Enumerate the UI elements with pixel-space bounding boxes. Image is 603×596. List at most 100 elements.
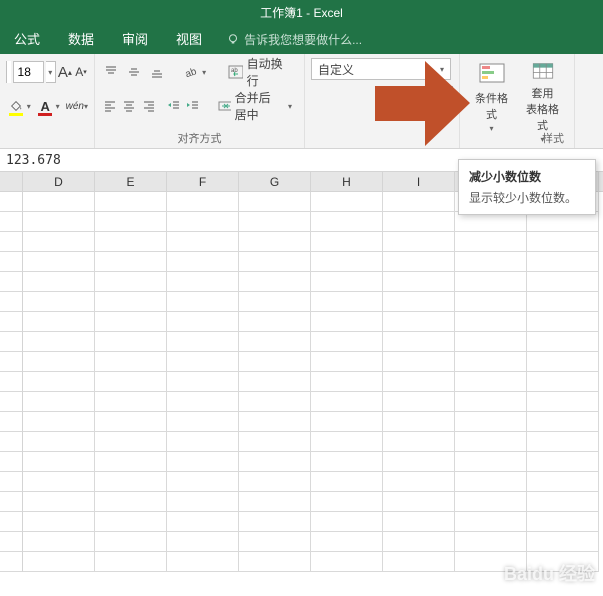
phonetic-button[interactable]: wén [66,96,84,116]
cell[interactable] [455,292,527,312]
font-color-dropdown[interactable]: ▾ [56,102,60,111]
cell[interactable] [239,252,311,272]
cell[interactable] [455,392,527,412]
align-center-button[interactable] [121,95,139,117]
cell[interactable] [167,352,239,372]
cell[interactable] [527,352,599,372]
cell[interactable] [95,352,167,372]
cell[interactable] [383,452,455,472]
cell[interactable] [95,292,167,312]
wrap-text-button[interactable]: ab 自动换行 [222,61,299,83]
cell[interactable] [239,532,311,552]
cell[interactable] [167,372,239,392]
cell[interactable] [311,412,383,432]
cell[interactable] [239,292,311,312]
merge-center-button[interactable]: 合并后居中 ▾ [212,95,298,117]
cell[interactable] [23,492,95,512]
cell[interactable] [455,452,527,472]
cell[interactable] [383,512,455,532]
cell[interactable] [95,212,167,232]
cell[interactable] [383,492,455,512]
cell[interactable] [455,432,527,452]
cell[interactable] [455,232,527,252]
cell[interactable] [239,352,311,372]
cell[interactable] [383,472,455,492]
column-header[interactable]: I [383,172,455,191]
cell[interactable] [167,312,239,332]
orientation-dropdown[interactable]: ▾ [202,68,206,77]
cell[interactable] [383,312,455,332]
cell[interactable] [527,532,599,552]
cell[interactable] [239,412,311,432]
font-size-input[interactable]: 18 [13,61,44,83]
cell[interactable] [455,492,527,512]
cell[interactable] [311,452,383,472]
cell[interactable] [167,472,239,492]
align-middle-button[interactable] [124,61,145,83]
phonetic-dropdown[interactable]: ▾ [84,102,88,111]
cell[interactable] [23,212,95,232]
cell[interactable] [23,232,95,252]
increase-font-button[interactable]: A▴ [58,62,72,82]
cell[interactable] [167,212,239,232]
tab-view[interactable]: 视图 [162,23,216,54]
cell[interactable] [23,472,95,492]
cell[interactable] [95,492,167,512]
cell[interactable] [455,412,527,432]
cell[interactable] [239,192,311,212]
select-all-corner[interactable] [0,172,23,191]
cell[interactable] [23,512,95,532]
cell[interactable] [95,472,167,492]
cell[interactable] [383,352,455,372]
cell[interactable] [23,292,95,312]
cell[interactable] [239,392,311,412]
font-color-button[interactable]: A [35,95,56,117]
cell[interactable] [383,192,455,212]
cell[interactable] [23,352,95,372]
cell[interactable] [311,352,383,372]
cell[interactable] [527,392,599,412]
cell[interactable] [383,272,455,292]
cell[interactable] [383,532,455,552]
fill-color-button[interactable] [6,95,27,117]
cell[interactable] [23,392,95,412]
cell[interactable] [23,192,95,212]
cell[interactable] [455,212,527,232]
tab-formulas[interactable]: 公式 [0,23,54,54]
align-right-button[interactable] [140,95,158,117]
cell[interactable] [383,232,455,252]
cell[interactable] [311,512,383,532]
cell[interactable] [455,312,527,332]
cell[interactable] [239,332,311,352]
cell[interactable] [527,432,599,452]
cell[interactable] [239,212,311,232]
cell[interactable] [239,512,311,532]
column-header[interactable]: G [239,172,311,191]
cell[interactable] [167,552,239,572]
cell[interactable] [311,532,383,552]
cell[interactable] [527,372,599,392]
tab-review[interactable]: 审阅 [108,23,162,54]
column-header[interactable]: E [95,172,167,191]
cell[interactable] [23,312,95,332]
cell[interactable] [23,252,95,272]
cell[interactable] [23,532,95,552]
cell[interactable] [239,472,311,492]
cell[interactable] [95,532,167,552]
cell[interactable] [455,372,527,392]
cell[interactable] [455,352,527,372]
cell[interactable] [95,332,167,352]
column-header[interactable]: D [23,172,95,191]
cell[interactable] [239,492,311,512]
font-size-dropdown[interactable]: ▾ [46,61,56,83]
cell[interactable] [455,252,527,272]
cell[interactable] [167,252,239,272]
cell[interactable] [95,192,167,212]
cell[interactable] [167,292,239,312]
cell[interactable] [167,232,239,252]
cell[interactable] [239,232,311,252]
cell[interactable] [383,392,455,412]
cell[interactable] [167,392,239,412]
cell[interactable] [311,552,383,572]
cell[interactable] [311,272,383,292]
